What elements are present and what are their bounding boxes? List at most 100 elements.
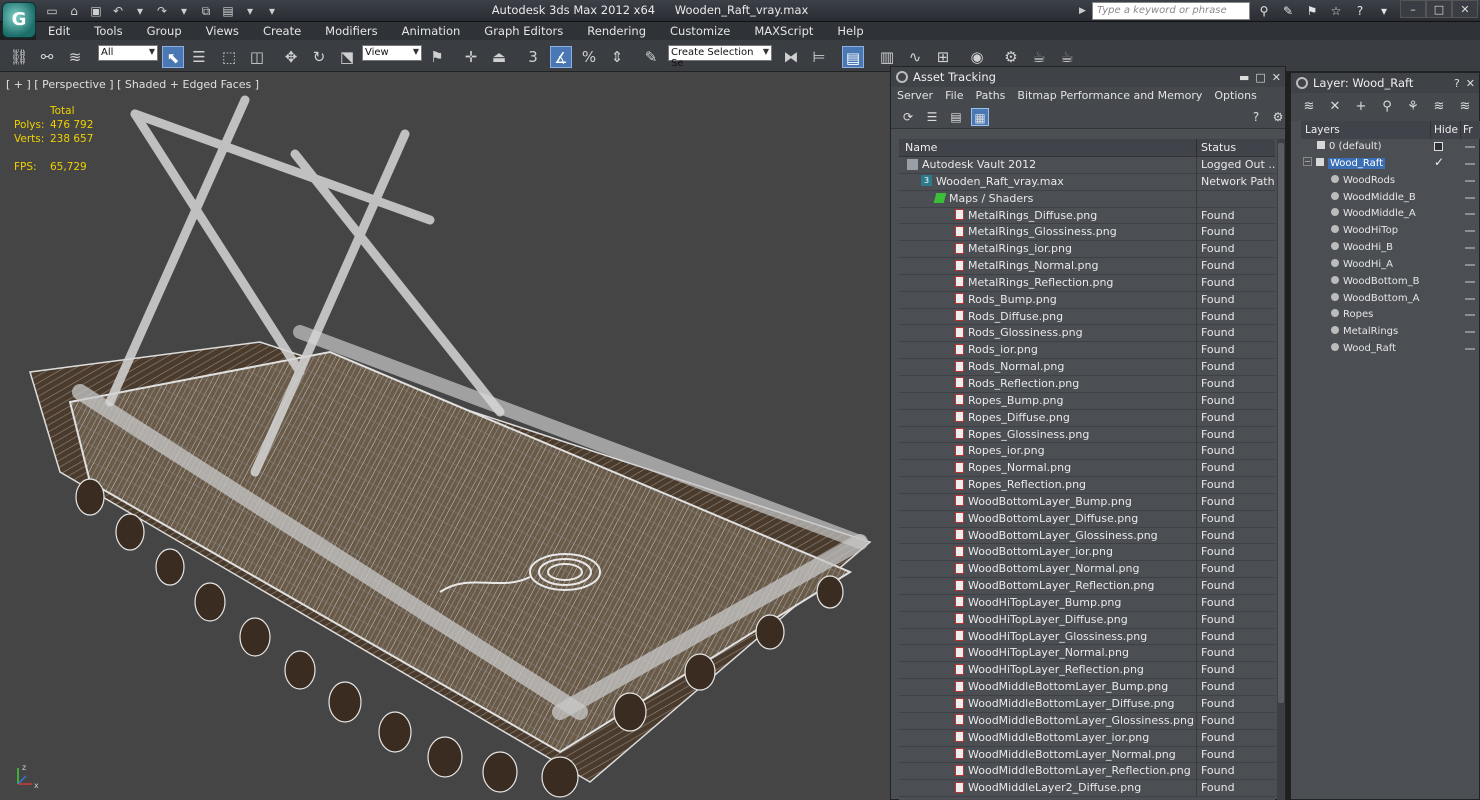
menu-graph-editors[interactable]: Graph Editors [472,22,575,40]
search-input[interactable]: Type a keyword or phrase [1092,2,1250,20]
align-icon[interactable]: ⊨ [808,46,830,68]
hide-toggle[interactable] [1431,291,1461,308]
rotate-icon[interactable]: ↻ [308,46,330,68]
column-freeze[interactable]: Fr [1461,121,1480,139]
close-icon[interactable]: ✕ [1452,0,1478,18]
rendered-frame-window-icon[interactable]: ☕ [1028,46,1050,68]
menu-maxscript[interactable]: MAXScript [742,22,825,40]
communication-icon[interactable]: ⚑ [1302,2,1322,20]
viewport-label[interactable]: [ + ] [ Perspective ] [ Shaded + Edged F… [6,78,259,91]
layer-object-row[interactable]: WoodMiddle_B [1301,190,1480,207]
table-row[interactable]: Ropes_ior.png Found [899,443,1275,461]
layer-object-row[interactable]: Ropes [1301,307,1480,324]
table-row[interactable]: WoodBottomLayer_Normal.png Found [899,561,1275,579]
search-expand-icon[interactable]: ▶ [1079,2,1091,20]
binoculars-icon[interactable]: ⚲ [1254,2,1274,20]
mirror-icon[interactable]: ⧓ [780,46,802,68]
table-row[interactable]: Ropes_Diffuse.png Found [899,409,1275,427]
favorites-star-icon[interactable]: ☆ [1326,2,1346,20]
layer-object-row[interactable]: WoodMiddle_A [1301,206,1480,223]
table-row[interactable]: Ropes_Bump.png Found [899,392,1275,410]
column-layers[interactable]: Layers [1301,121,1431,139]
freeze-toggle[interactable] [1461,341,1480,358]
rectangular-selection-icon[interactable]: ⬚ [218,46,240,68]
hide-toggle[interactable] [1431,274,1461,291]
menu-help[interactable]: Help [825,22,875,40]
table-row[interactable]: Rods_Diffuse.png Found [899,308,1275,326]
app-logo-icon[interactable]: G [2,2,36,38]
freeze-toggle[interactable] [1461,307,1480,324]
layer-object-row[interactable]: WoodBottom_B [1301,274,1480,291]
tree-view-icon[interactable]: ▤ [947,108,965,126]
freeze-toggle[interactable] [1461,274,1480,291]
table-row[interactable]: WoodHiTopLayer_Reflection.png Found [899,662,1275,680]
table-row[interactable]: MetalRings_Glossiness.png Found [899,224,1275,242]
layer-object-row[interactable]: WoodBottom_A [1301,291,1480,308]
freeze-toggle[interactable] [1461,156,1480,173]
unlink-icon[interactable]: ⚯ [36,46,58,68]
current-layer-checkbox[interactable] [1434,142,1443,151]
menu-group[interactable]: Group [135,22,194,40]
list-view-icon[interactable]: ☰ [923,108,941,126]
layer-create-icon[interactable]: ≋ [1299,98,1319,116]
help-icon[interactable]: ? [1350,2,1370,20]
table-row[interactable]: Maps / Shaders [899,190,1275,208]
table-row[interactable]: MetalRings_Diffuse.png Found [899,207,1275,225]
layer-object-row[interactable]: MetalRings [1301,324,1480,341]
spinner-snap-icon[interactable]: ⇕ [606,46,628,68]
table-row[interactable]: MetalRings_Normal.png Found [899,258,1275,275]
asset-settings-icon[interactable]: ⚙ [1269,108,1287,126]
menu-create[interactable]: Create [251,22,313,40]
highlight-layer-icon[interactable]: ⚘ [1403,98,1423,116]
hide-toggle[interactable] [1431,206,1461,223]
table-view-icon[interactable]: ▦ [971,108,989,126]
tools-icon[interactable]: ✎ [1278,2,1298,20]
asset-help-icon[interactable]: ? [1247,108,1265,126]
asset-menu-paths[interactable]: Paths [970,87,1012,105]
menu-tools[interactable]: Tools [82,22,134,40]
maximize-icon[interactable]: □ [1426,0,1452,18]
select-object-icon[interactable]: ⬉ [162,46,184,68]
hide-toggle[interactable] [1431,324,1461,341]
render-setup-icon[interactable]: ⚙ [1000,46,1022,68]
layer-manager-icon[interactable]: ▤ [842,46,864,68]
table-row[interactable]: Autodesk Vault 2012 Logged Out ... [899,157,1275,174]
table-row[interactable]: WoodMiddleBottomLayer_Normal.png Found [899,746,1275,764]
menu-rendering[interactable]: Rendering [575,22,658,40]
table-row[interactable]: WoodHiTopLayer_Glossiness.png Found [899,628,1275,646]
minimize-icon[interactable]: – [1400,0,1426,18]
freeze-toggle[interactable] [1461,291,1480,308]
window-crossing-icon[interactable]: ◫ [246,46,268,68]
table-row[interactable]: WoodBottomLayer_Bump.png Found [899,493,1275,511]
table-row[interactable]: Rods_Glossiness.png Found [899,325,1275,343]
table-row[interactable]: 3 Wooden_Raft_vray.max Network Path [899,173,1275,191]
layer-object-row[interactable]: WoodRods [1301,173,1480,190]
table-row[interactable]: WoodMiddleBottomLayer_Diffuse.png Found [899,696,1275,713]
hide-all-layers-icon[interactable]: ≋ [1429,98,1449,116]
layer-object-row[interactable]: WoodHi_A [1301,257,1480,274]
hide-toggle[interactable] [1431,307,1461,324]
table-row[interactable]: WoodHiTopLayer_Bump.png Found [899,594,1275,612]
menu-views[interactable]: Views [194,22,251,40]
menu-animation[interactable]: Animation [390,22,473,40]
select-manipulate-icon[interactable]: ✛ [460,46,482,68]
freeze-toggle[interactable] [1461,190,1480,207]
hide-toggle[interactable] [1431,341,1461,358]
asset-minimize-icon[interactable]: ▬ [1239,68,1249,88]
select-by-name-icon[interactable]: ☰ [188,46,210,68]
table-row[interactable]: Ropes_Reflection.png Found [899,477,1275,494]
asset-menu-server[interactable]: Server [891,87,939,105]
table-row[interactable]: WoodBottomLayer_ior.png Found [899,544,1275,562]
freeze-toggle[interactable] [1461,223,1480,240]
material-editor-icon[interactable]: ◉ [966,46,988,68]
angle-snap-icon[interactable]: ∡ [550,46,572,68]
column-hide[interactable]: Hide [1431,121,1461,139]
layer-object-row[interactable]: WoodHi_B [1301,240,1480,257]
table-row[interactable]: WoodBottomLayer_Reflection.png Found [899,578,1275,595]
freeze-toggle[interactable] [1461,206,1480,223]
table-row[interactable]: WoodMiddleBottomLayer_ior.png Found [899,729,1275,747]
table-row[interactable]: Rods_Normal.png Found [899,359,1275,376]
asset-table-scrollbar[interactable] [1277,139,1285,800]
layer-title-bar[interactable]: Layer: Wood_Raft ? ✕ [1291,73,1479,93]
asset-menu-bitmap-performance[interactable]: Bitmap Performance and Memory [1011,87,1208,105]
